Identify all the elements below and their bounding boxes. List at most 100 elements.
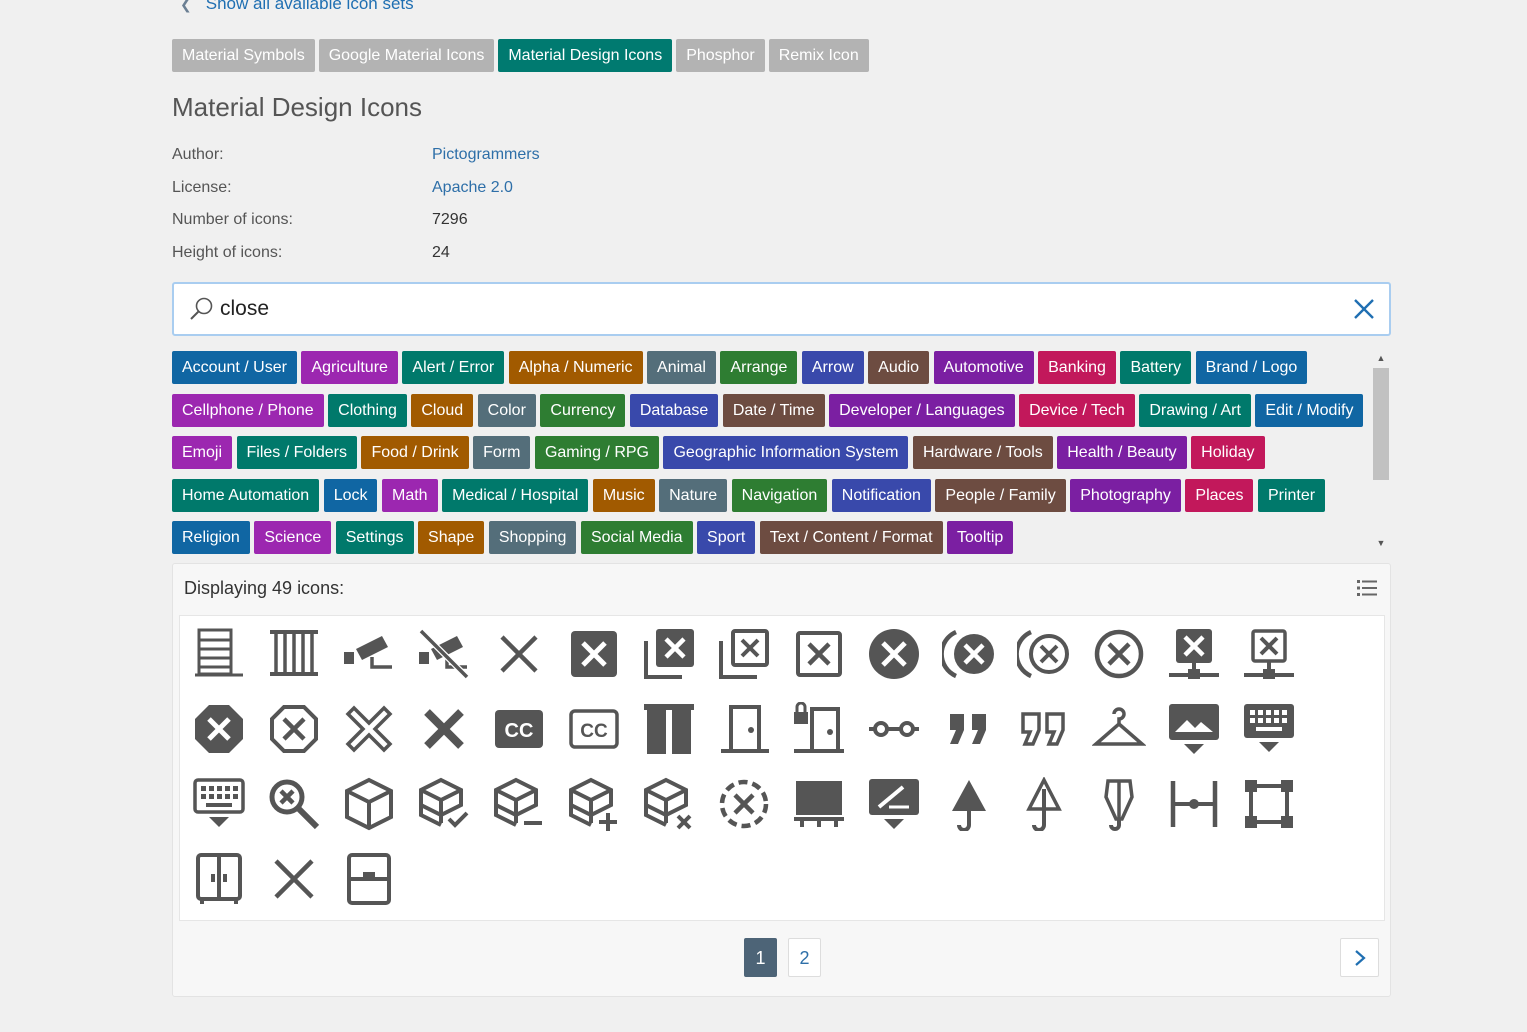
category-tag[interactable]: Agriculture [301,351,398,384]
page-button[interactable]: 2 [788,938,821,977]
progress-close-icon[interactable] [708,768,780,840]
category-tag[interactable]: Audio [868,351,930,384]
category-scrollbar[interactable]: ▲ ▼ [1371,352,1391,549]
author-link[interactable]: Pictogrammers [432,146,540,164]
close-thick-icon[interactable] [408,693,480,765]
category-tag[interactable]: Color [477,393,536,427]
category-tag[interactable]: Hardware / Tools [912,436,1053,469]
category-tag[interactable]: Photography [1070,478,1181,512]
list-view-icon[interactable] [1355,576,1379,600]
close-box-outline-icon[interactable] [783,618,855,690]
vector-square-close-icon[interactable] [1233,768,1305,840]
window-shutter-icon[interactable] [333,843,405,915]
scroll-down-arrow-icon[interactable]: ▼ [1371,537,1391,549]
wardrobe-icon[interactable] [183,843,255,915]
category-tag[interactable]: Lock [323,478,378,512]
close-icon[interactable] [483,618,555,690]
category-tag[interactable]: Shape [418,521,485,554]
closed-caption-outline-icon[interactable]: CC [558,693,630,765]
category-tag[interactable]: Notification [831,478,931,512]
close-circle-outline-icon[interactable] [1083,618,1155,690]
magnify-close-icon[interactable] [258,768,330,840]
image-filter-center-focus-icon[interactable] [1158,693,1230,765]
category-tag[interactable]: Device / Tech [1019,393,1135,427]
category-tag[interactable]: Banking [1038,351,1116,384]
tab-icon-set[interactable]: Material Design Icons [498,39,673,72]
category-tag[interactable]: Account / User [172,351,297,384]
close-box-multiple-icon[interactable] [633,618,705,690]
category-tag[interactable]: Social Media [580,521,693,554]
category-tag[interactable]: Animal [647,351,716,384]
category-tag[interactable]: Alert / Error [402,351,505,384]
category-tag[interactable]: Currency [540,393,626,427]
curtains-closed-icon[interactable] [633,693,705,765]
scroll-up-arrow-icon[interactable]: ▲ [1371,352,1391,364]
category-tag[interactable]: Cloud [411,393,474,427]
category-tag[interactable]: Clothing [328,393,407,427]
category-tag[interactable]: Database [629,393,719,427]
blinds-close-icon[interactable] [183,618,255,690]
category-tag[interactable]: People / Family [935,478,1066,512]
category-tag[interactable]: Math [381,478,438,512]
blinds-horizontal-closed-icon[interactable] [258,618,330,690]
category-tag[interactable]: Files / Folders [236,436,357,469]
category-tag[interactable]: Printer [1257,478,1326,512]
format-quote-close-icon[interactable] [933,693,1005,765]
category-tag[interactable]: Alpha / Numeric [508,351,643,384]
hanger-icon[interactable] [1083,693,1155,765]
category-tag[interactable]: Gaming / RPG [534,436,659,469]
category-tag[interactable]: Music [592,478,655,512]
close-circle-icon[interactable] [858,618,930,690]
category-tag[interactable]: Holiday [1191,436,1265,469]
close-circle-multiple-icon[interactable] [933,618,1005,690]
category-tag[interactable]: Navigation [731,478,828,512]
scrollbar-thumb[interactable] [1373,368,1389,480]
umbrella-closed-variant-icon[interactable] [1083,768,1155,840]
category-tag[interactable]: Geographic Information System [663,436,909,469]
license-link[interactable]: Apache 2.0 [432,179,513,197]
close-network-outline-icon[interactable] [1233,618,1305,690]
category-tag[interactable]: Cellphone / Phone [172,393,324,427]
package-variant-closed-minus-icon[interactable] [483,768,555,840]
category-tag[interactable]: Tooltip [947,521,1014,554]
door-closed-icon[interactable] [708,693,780,765]
category-tag[interactable]: Arrow [801,351,864,384]
next-page-button[interactable] [1340,938,1379,977]
clear-search-icon[interactable] [1339,284,1389,334]
close-box-icon[interactable] [558,618,630,690]
projector-screen-icon[interactable] [783,768,855,840]
keyboard-close-outline-icon[interactable] [183,768,255,840]
category-tag[interactable]: Shopping [488,521,577,554]
category-tag[interactable]: Date / Time [722,393,825,427]
close-box-multiple-outline-icon[interactable] [708,618,780,690]
selection-ellipse-close-icon[interactable] [858,768,930,840]
category-tag[interactable]: Developer / Languages [829,393,1015,427]
tab-icon-set[interactable]: Remix Icon [768,39,869,72]
category-tag[interactable]: Text / Content / Format [759,521,943,554]
door-closed-lock-icon[interactable] [783,693,855,765]
category-tag[interactable]: Brand / Logo [1195,351,1308,384]
close-octagon-icon[interactable] [183,693,255,765]
category-tag[interactable]: Edit / Modify [1255,393,1364,427]
package-variant-closed-check-icon[interactable] [408,768,480,840]
close-network-icon[interactable] [1158,618,1230,690]
category-tag[interactable]: Health / Beauty [1057,436,1187,469]
category-tag[interactable]: Battery [1120,351,1192,384]
cctv-icon[interactable] [333,618,405,690]
category-tag[interactable]: Places [1185,478,1254,512]
category-tag[interactable]: Form [473,436,531,469]
vector-point-edit-icon[interactable] [1158,768,1230,840]
window-close-icon[interactable] [258,843,330,915]
category-tag[interactable]: Nature [659,478,728,512]
back-link[interactable]: ❮ Show all available icon sets [180,0,414,14]
category-tag[interactable]: Food / Drink [361,436,469,469]
category-tag[interactable]: Arrange [720,351,798,384]
close-octagon-outline-icon[interactable] [258,693,330,765]
search-input[interactable] [220,289,1339,329]
close-circle-multiple-outline-icon[interactable] [1008,618,1080,690]
category-tag[interactable]: Drawing / Art [1139,393,1251,427]
tab-icon-set[interactable]: Phosphor [676,39,765,72]
category-tag[interactable]: Medical / Hospital [442,478,589,512]
electric-switch-closed-icon[interactable] [858,693,930,765]
category-tag[interactable]: Science [254,521,332,554]
